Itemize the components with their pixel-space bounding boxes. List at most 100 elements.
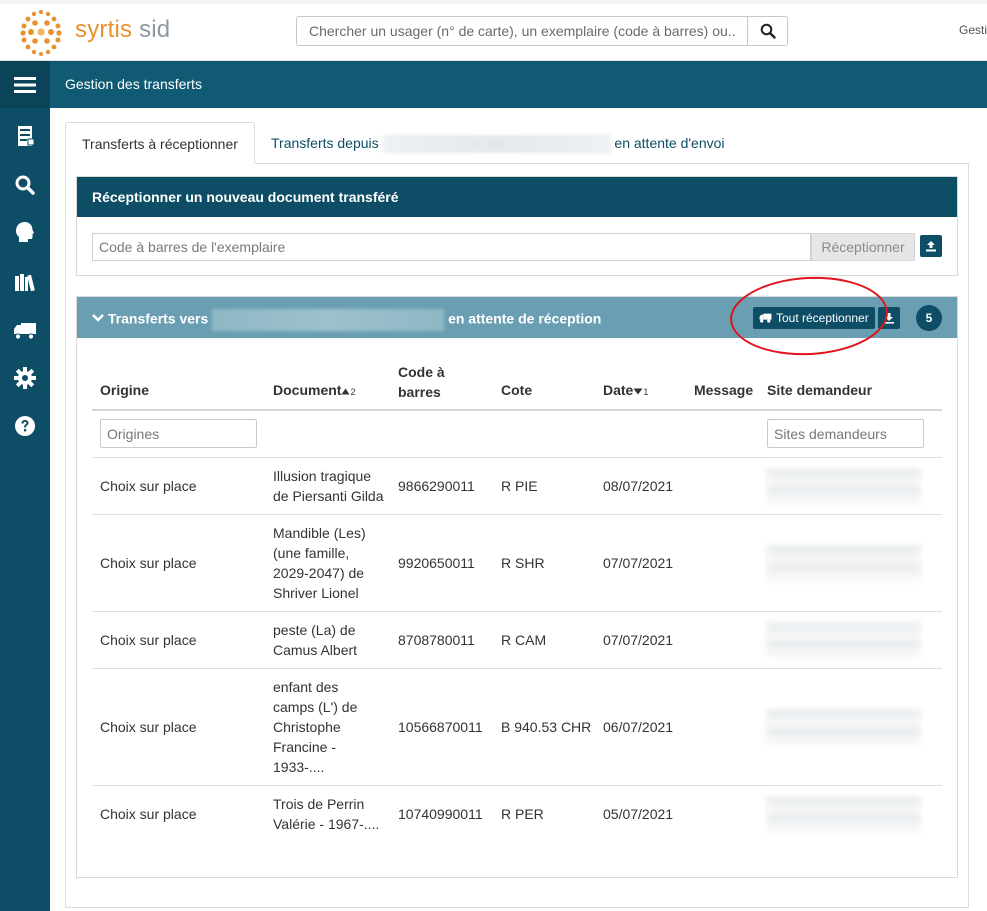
sidebar-item-search[interactable] [12,172,38,198]
gear-icon [14,367,36,389]
cell-shelfmark: R PER [501,806,544,822]
sidebar-item-transfers[interactable] [12,318,38,344]
cell-shelfmark: R SHR [501,555,545,571]
transfer-count-badge: 5 [916,305,942,331]
sidebar-item-loans[interactable] [12,123,38,149]
upload-button[interactable] [920,235,942,257]
redacted-site-name [382,135,611,154]
document-line: 1933-.... [273,759,325,775]
document-line: 2029-2047) de [273,565,365,581]
origin-filter-input[interactable] [100,419,257,448]
cell-shelfmark: R PIE [501,478,538,494]
tab-label: Transferts à réceptionner [82,136,238,152]
column-header-origin[interactable]: Origine [100,382,149,398]
document-line: Trois de Perrin [273,796,365,812]
row-divider [92,457,942,458]
syrtis-logo-icon[interactable] [14,6,69,58]
books-icon [15,274,35,292]
search-icon [760,23,776,39]
column-header-document[interactable]: Document 2 [273,382,355,398]
tab-label-start: Transferts depuis [271,135,379,151]
receive-button[interactable]: Réceptionner [811,233,915,261]
document-line: enfant des [273,679,339,695]
sidebar-item-catalog[interactable] [12,270,38,296]
cell-document[interactable]: Illusion tragique de Piersanti Gilda [273,466,393,506]
tab-transfers-to-receive[interactable]: Transferts à réceptionner [65,122,255,164]
top-strip [0,0,987,4]
sidebar-item-patrons[interactable] [12,219,38,245]
column-header-message[interactable]: Message [694,382,753,398]
site-filter-input[interactable] [767,419,924,448]
redacted-site-name [212,309,445,331]
hamburger-menu-button[interactable] [0,61,50,108]
cell-barcode: 10566870011 [398,719,483,735]
cell-barcode: 9866290011 [398,478,475,494]
column-label: Document [273,382,342,398]
cell-barcode: 9920650011 [398,555,475,571]
sidebar-item-help[interactable] [12,413,38,439]
sidebar-item-settings[interactable] [12,365,38,391]
table-header-divider [92,409,942,411]
tab-transfers-pending-send[interactable]: Transferts depuis en attente d'envoi [271,122,725,164]
redacted-site [766,709,921,745]
cell-date: 08/07/2021 [603,478,674,494]
hamburger-icon [14,76,36,93]
column-label: Date [603,382,634,398]
document-line: Shriver Lionel [273,585,359,601]
cell-barcode: 10740990011 [398,806,483,822]
document-line: Camus Albert [273,642,358,658]
cell-origin: Choix sur place [100,478,197,494]
cell-shelfmark: R CAM [501,632,547,648]
row-divider [92,611,942,612]
cell-document[interactable]: Mandible (Les) (une famille, 2029-2047) … [273,523,393,603]
magnifier-icon [15,175,35,195]
document-line: (une famille, [273,545,350,561]
cell-document[interactable]: peste (La) de Camus Albert [273,620,393,660]
cell-origin: Choix sur place [100,555,197,571]
truck-icon [14,323,36,340]
document-line: peste (La) de [273,622,356,638]
cell-date: 06/07/2021 [603,719,674,735]
brand-name[interactable]: syrtis sid [75,16,170,44]
loan-desk-icon [18,126,35,146]
tab-label-end: en attente d'envoi [614,135,725,151]
global-search-input[interactable] [296,16,748,46]
chevron-down-icon[interactable] [92,313,104,323]
row-divider [92,668,942,669]
column-label-line1: Code à [398,364,445,380]
cell-origin: Choix sur place [100,632,197,648]
panel-title-start: Transferts vers [107,310,209,327]
receive-panel: Réceptionner un nouveau document transfé… [76,176,958,276]
receive-panel-title: Réceptionner un nouveau document transfé… [77,177,957,217]
brand-suffix: sid [139,16,171,43]
redacted-site [766,468,921,504]
column-header-site[interactable]: Site demandeur [767,382,872,398]
sidebar [0,61,50,911]
search-button[interactable] [747,16,788,46]
document-line: Christophe [273,719,341,735]
redacted-site [766,622,921,658]
column-header-date[interactable]: Date 1 [603,382,648,398]
head-profile-icon [16,222,34,242]
document-line: Mandible (Les) [273,525,366,541]
cell-document[interactable]: Trois de Perrin Valérie - 1967-.... [273,794,393,834]
cell-origin: Choix sur place [100,719,197,735]
row-divider [92,785,942,786]
brand-main: syrtis [75,16,133,43]
header-menu-label[interactable]: Gestio [959,23,987,37]
cell-origin: Choix sur place [100,806,197,822]
upload-icon [926,241,936,252]
top-header: syrtis sid Gestio [0,0,987,61]
cell-document[interactable]: enfant des camps (L') de Christophe Fran… [273,677,393,777]
column-header-barcode[interactable]: Code à barres [398,362,445,402]
page-title: Gestion des transferts [65,76,202,92]
document-line: camps (L') de [273,699,358,715]
column-header-shelfmark[interactable]: Cote [501,382,532,398]
document-line: Illusion tragique [273,468,372,484]
document-line: Francine - [273,739,337,755]
document-line: de Piersanti Gilda [273,488,384,504]
cell-date: 07/07/2021 [603,632,674,648]
barcode-input[interactable] [92,233,811,261]
cell-date: 05/07/2021 [603,806,674,822]
column-label-line2: barres [398,384,441,400]
